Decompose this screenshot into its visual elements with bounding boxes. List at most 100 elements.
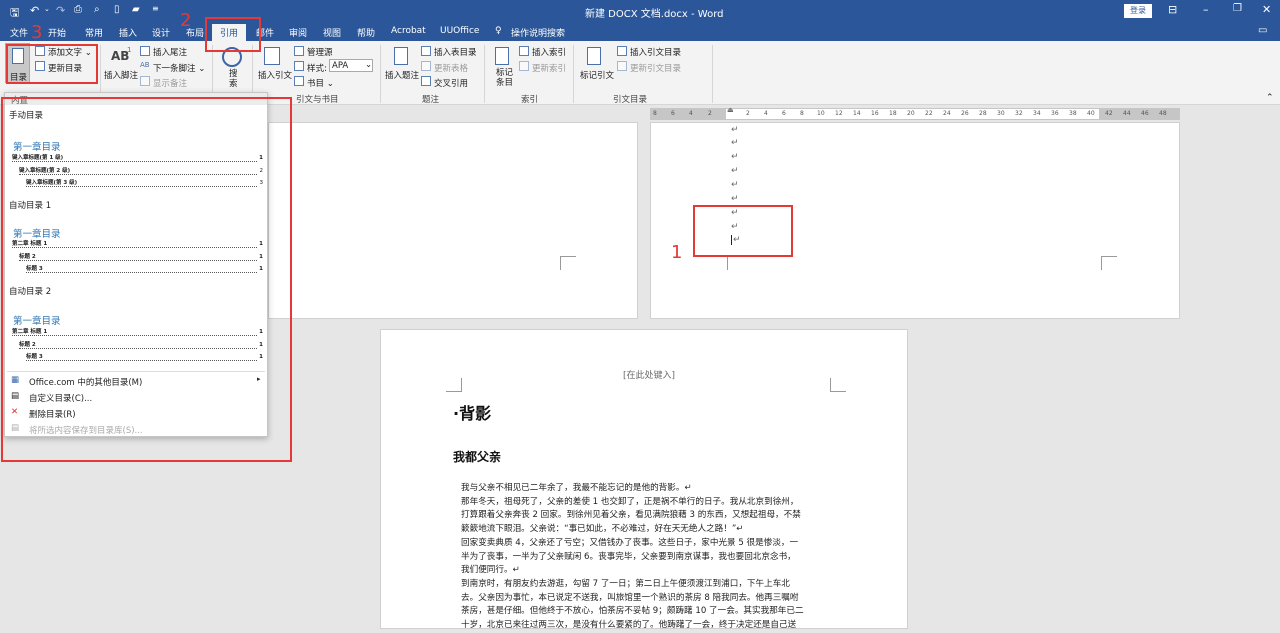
update-table-of-authorities-button[interactable]: 更新引文目录 — [630, 62, 681, 74]
citation-style-select[interactable]: APA ⌄ — [329, 59, 373, 72]
next-footnote-button[interactable]: 下一条脚注 ⌄ — [153, 62, 205, 74]
ruler-tick: 32 — [1015, 110, 1023, 117]
crop-mark — [830, 378, 846, 392]
manage-sources-button[interactable]: 管理源 — [307, 46, 333, 58]
annotation-box-toc — [6, 44, 98, 84]
undo-dropdown-icon[interactable]: ⌄ — [44, 5, 50, 13]
tab-review[interactable]: 审阅 — [289, 26, 307, 39]
paragraph-mark: ↵ — [731, 125, 739, 135]
tab-uuoffice[interactable]: UUOffice — [440, 26, 479, 36]
tab-acrobat[interactable]: Acrobat — [391, 26, 426, 36]
insert-citation-button[interactable]: 插入引文 — [258, 69, 292, 81]
authorities-group-label: 引文目录 — [613, 95, 648, 105]
bibliography-button[interactable]: 书目 ⌄ — [307, 77, 334, 89]
print-icon[interactable]: ⎙ — [74, 4, 82, 15]
header-placeholder[interactable]: [在此处键入] — [623, 368, 675, 381]
ruler-tick: 8 — [800, 110, 804, 117]
insert-footnote-button[interactable]: 插入脚注 — [104, 69, 138, 81]
redo-icon[interactable]: ↷ — [56, 4, 65, 17]
horizontal-ruler[interactable]: 8 6 4 2 2 4 6 8 10 12 14 16 18 20 22 24 … — [650, 106, 1180, 120]
ruler-tick: 38 — [1069, 110, 1077, 117]
mark-entry-button[interactable]: 标记 条目 — [496, 68, 513, 88]
tab-common[interactable]: 常用 — [85, 26, 103, 39]
insert-table-of-authorities-button[interactable]: 插入引文目录 — [630, 46, 681, 58]
body-text[interactable]: 我与父亲不相见已二年余了，我最不能忘记的是他的背影。↵ 那年冬天，祖母死了，父亲… — [461, 482, 804, 633]
ruler-tick: 44 — [1123, 110, 1131, 117]
maximize-icon[interactable]: ❐ — [1233, 3, 1242, 14]
ruler-tick: 18 — [889, 110, 897, 117]
bibliography-icon — [294, 76, 304, 87]
tab-insert[interactable]: 插入 — [119, 26, 137, 39]
insert-index-icon — [519, 46, 529, 57]
index-group-label: 索引 — [521, 95, 539, 105]
paragraph-mark: ↵ — [731, 138, 739, 148]
body-line: 我们便同行。↵ — [461, 565, 520, 576]
update-table-of-figures-button[interactable]: 更新表格 — [434, 62, 468, 74]
tab-home[interactable]: 开始 — [48, 26, 66, 39]
tab-view[interactable]: 视图 — [323, 26, 341, 39]
minimize-icon[interactable]: – — [1203, 3, 1209, 16]
close-icon[interactable]: ✕ — [1262, 3, 1271, 16]
document-page-3[interactable]: [在此处键入] ·背影 我都父亲 我与父亲不相见已二年余了，我最不能忘记的是他的… — [380, 329, 908, 630]
print-preview-icon[interactable]: ⌕ — [94, 4, 100, 15]
ruler-tick: 8 — [653, 110, 657, 117]
collapse-ribbon-icon[interactable]: ⌃ — [1266, 93, 1274, 103]
open-folder-icon[interactable]: ▰ — [132, 4, 140, 15]
crop-mark — [560, 256, 576, 270]
paragraph-mark: ↵ — [731, 180, 739, 190]
ruler-tick: 40 — [1087, 110, 1095, 117]
insert-index-button[interactable]: 插入索引 — [532, 46, 566, 58]
crop-mark — [1101, 256, 1117, 270]
document-page-1[interactable] — [268, 122, 638, 319]
heading-2[interactable]: 我都父亲 — [453, 448, 501, 465]
tell-me-search[interactable]: 操作说明搜索 — [511, 26, 565, 39]
annotation-number: 1 — [671, 242, 683, 263]
paragraph-mark: ↵ — [731, 194, 739, 204]
comments-icon[interactable]: ▭ — [1258, 25, 1267, 36]
tab-file[interactable]: 文件 — [10, 26, 28, 39]
body-line: 簌簌地流下眼泪。父亲说：“事已如此，不必难过，好在天无绝人之路！”↵ — [461, 524, 744, 535]
body-line: 茶房，甚是仔细。但他终于不放心，怕茶房不妥帖 9；颇踌躇 10 了一会。其实我那… — [461, 606, 804, 617]
mark-citation-icon — [587, 47, 601, 65]
annotation-box-cursor — [693, 205, 793, 257]
annotation-box-dropdown — [1, 97, 292, 462]
show-notes-icon — [140, 76, 150, 87]
annotation-number: 2 — [180, 10, 192, 31]
insert-table-of-figures-button[interactable]: 插入表目录 — [434, 46, 477, 58]
heading-1[interactable]: ·背影 — [453, 400, 491, 424]
ruler-tick: 42 — [1105, 110, 1113, 117]
ruler-tick: 4 — [689, 110, 693, 117]
login-button[interactable]: 登录 — [1124, 4, 1152, 18]
save-icon[interactable]: 🖫 — [10, 4, 19, 23]
crop-mark — [446, 378, 462, 392]
ribbon-separator — [573, 45, 574, 103]
body-line: 回家变卖典质 4，父亲还了亏空；又借钱办了丧事。这些日子，家中光景 5 很是惨淡… — [461, 537, 799, 548]
body-line: 到南京时，有朋友约去游逛，勾留 7 了一日；第二日上午便须渡江到浦口，下午上车北 — [461, 578, 790, 589]
annotation-box-references-tab — [205, 17, 261, 52]
body-line: 去。父亲因为事忙，本已说定不送我，叫旅馆里一个熟识的茶房 8 陪我同去。他再三嘱… — [461, 592, 799, 603]
mark-entry-icon — [495, 47, 509, 65]
smart-lookup-button[interactable]: 搜 索 — [229, 69, 238, 89]
customize-qat-icon[interactable]: ≡ — [152, 4, 159, 13]
style-label: 样式: — [307, 64, 327, 74]
update-index-button[interactable]: 更新索引 — [532, 62, 566, 74]
insert-endnote-icon — [140, 46, 150, 57]
ruler-tick: 6 — [782, 110, 786, 117]
tab-help[interactable]: 帮助 — [357, 26, 375, 39]
indent-marker-icon[interactable]: ⏏ — [727, 106, 734, 114]
ruler-tick: 30 — [997, 110, 1005, 117]
insert-caption-button[interactable]: 插入题注 — [385, 69, 419, 81]
title-bar: 🖫 ↶ ⌄ ↷ ⎙ ⌕ ▯ ▰ ≡ 新建 DOCX 文档.docx - Word… — [0, 0, 1280, 22]
new-document-icon[interactable]: ▯ — [114, 4, 120, 15]
tab-design[interactable]: 设计 — [152, 26, 170, 39]
ribbon-display-options-icon[interactable]: ⊟ — [1168, 3, 1177, 16]
mark-citation-button[interactable]: 标记引文 — [580, 69, 614, 81]
undo-icon[interactable]: ↶ — [30, 4, 39, 17]
insert-endnote-button[interactable]: 插入尾注 — [153, 46, 187, 58]
footnote-superscript-icon: 1 — [127, 46, 132, 54]
show-notes-button[interactable]: 显示备注 — [153, 77, 187, 89]
ruler-tick: 34 — [1033, 110, 1041, 117]
body-line: 那年冬天，祖母死了，父亲的差使 1 也交卸了，正是祸不单行的日子。我从北京到徐州… — [461, 496, 799, 507]
cross-reference-button[interactable]: 交叉引用 — [434, 77, 468, 89]
next-footnote-icon: AB — [140, 61, 150, 69]
